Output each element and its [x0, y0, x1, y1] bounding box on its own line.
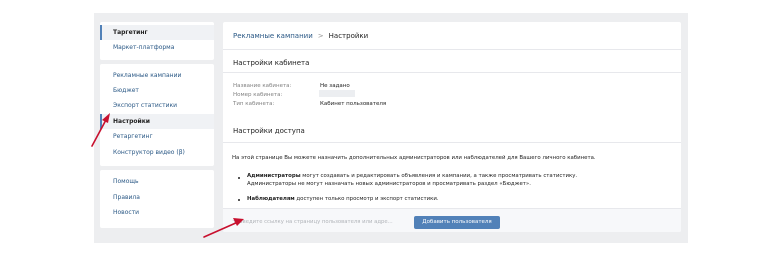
sidebar-item-export-stats[interactable]: Экспорт статистики: [100, 98, 214, 113]
annotation-arrow-icon: [91, 113, 110, 147]
sidebar-item-rules[interactable]: Правила: [100, 190, 214, 205]
sidebar-group-help: Помощь Правила Новости: [100, 170, 214, 228]
sidebar-item-settings[interactable]: Настройки: [100, 114, 214, 129]
observers-strong: Наблюдателям: [247, 196, 295, 202]
breadcrumb-parent-link[interactable]: Рекламные кампании: [233, 32, 313, 40]
breadcrumb-current: Настройки: [328, 32, 369, 40]
observers-description: Наблюдателям доступен только просмотр и …: [247, 196, 439, 204]
sidebar-group-top: Таргетинг Маркет-платформа: [100, 22, 214, 60]
annotation-arrow-icon: [203, 218, 244, 238]
sidebar-item-targeting[interactable]: Таргетинг: [100, 25, 214, 40]
cabinet-name-value: Не задано: [320, 83, 350, 89]
breadcrumb-separator: >: [317, 32, 324, 40]
cabinet-settings-title: Настройки кабинета: [233, 59, 310, 67]
settings-panel: Рекламные кампании > Настройки Настройки к…: [223, 22, 681, 232]
cabinet-number-label: Номер кабинета:: [233, 92, 283, 98]
cabinet-type-value: Кабинет пользователя: [320, 101, 387, 107]
sidebar-item-budget[interactable]: Бюджет: [100, 83, 214, 98]
access-settings-title: Настройки доступа: [233, 127, 305, 135]
sidebar-item-news[interactable]: Новости: [100, 205, 214, 220]
cabinet-name-label: Название кабинета:: [233, 83, 292, 89]
bullet-icon: [238, 199, 240, 201]
access-intro-text: На этой странице Вы можете назначить доп…: [232, 155, 596, 161]
add-user-button[interactable]: Добавить пользователя: [414, 216, 500, 229]
observers-description-rest: доступен только просмотр и экспорт стати…: [294, 196, 439, 202]
admins-strong: Администраторы: [247, 173, 301, 179]
bullet-icon: [238, 177, 240, 179]
breadcrumb: Рекламные кампании > Настройки: [233, 30, 368, 42]
sidebar-group-cabinet: Рекламные кампании Бюджет Экспорт статис…: [100, 64, 214, 166]
sidebar-item-market-platform[interactable]: Маркет-платформа: [100, 40, 214, 55]
cabinet-number-value: [319, 90, 355, 97]
sidebar-item-campaigns[interactable]: Рекламные кампании: [100, 68, 214, 83]
user-link-input[interactable]: [233, 216, 409, 227]
sidebar-item-retargeting[interactable]: Ретаргетинг: [100, 129, 214, 144]
divider: [223, 72, 681, 73]
sidebar-item-video-constructor[interactable]: Конструктор видео (β): [100, 145, 214, 160]
admins-description: Администраторы могут создавать и редакти…: [247, 173, 577, 181]
divider: [223, 49, 681, 50]
admins-restriction: Администраторы не могут назначать новых …: [247, 181, 531, 187]
sidebar-item-help[interactable]: Помощь: [100, 174, 214, 189]
admins-description-rest: могут создавать и редактировать объявлен…: [300, 173, 578, 179]
cabinet-type-label: Тип кабинета:: [233, 101, 275, 107]
divider: [223, 142, 681, 143]
